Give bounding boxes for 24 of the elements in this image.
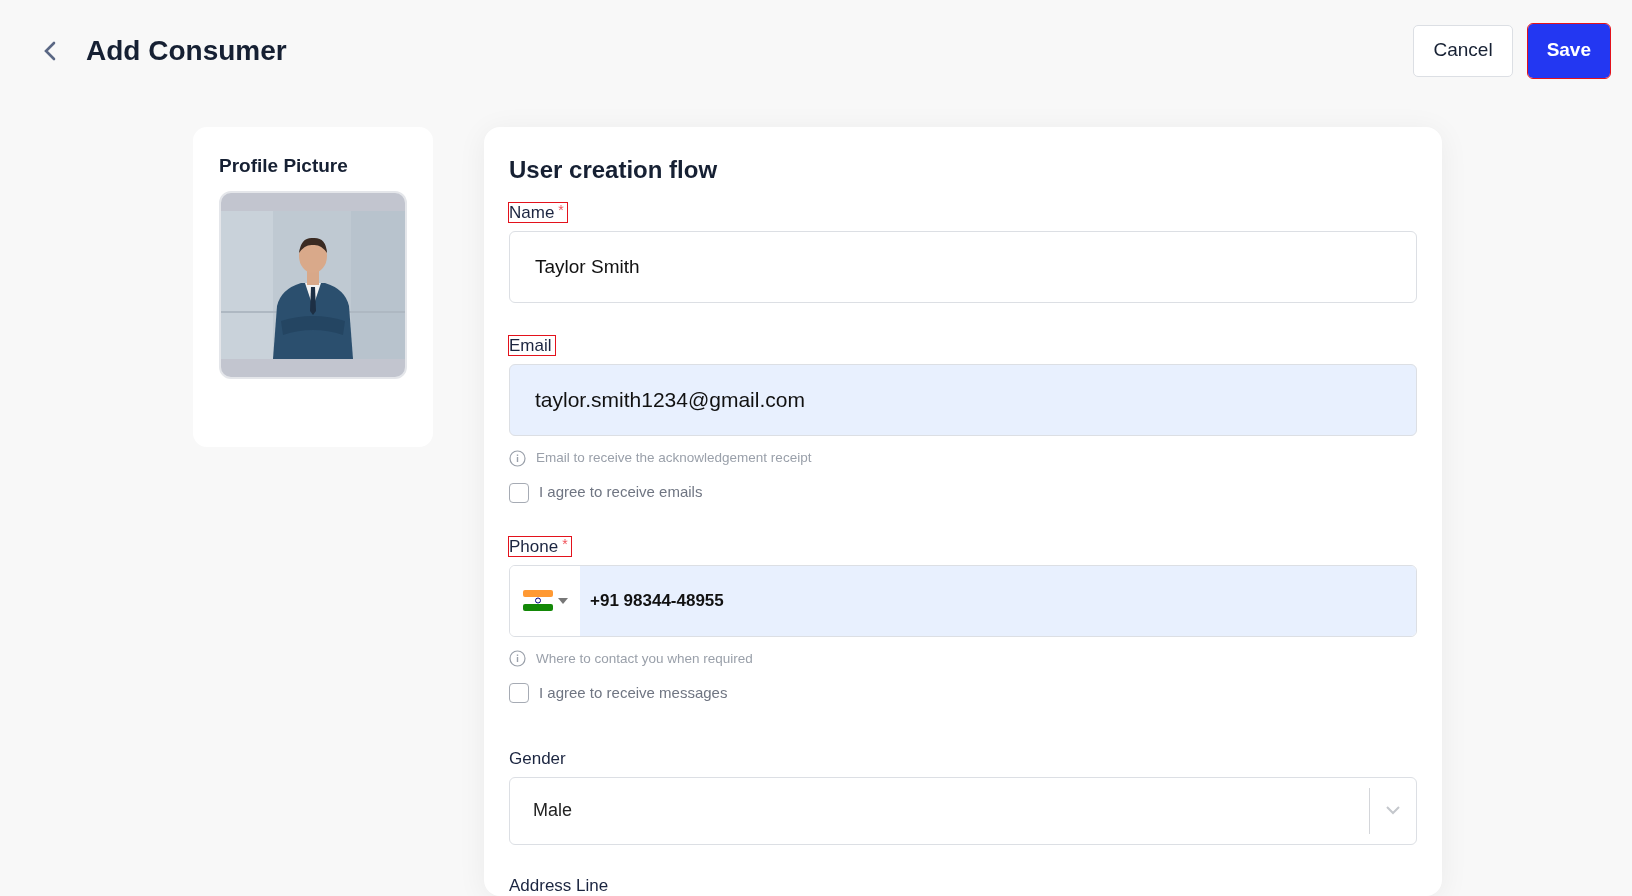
input-field[interactable]: Taylor Smith (509, 231, 1417, 303)
checkbox-label[interactable]: I agree to receive messages (539, 682, 728, 705)
info-icon (509, 650, 526, 668)
cancel-button[interactable]: Cancel (1413, 24, 1513, 77)
checkbox[interactable] (509, 683, 529, 704)
checkbox[interactable] (509, 482, 529, 503)
field-label: Phone (509, 536, 559, 556)
field-label: Name (509, 203, 555, 222)
info-icon (509, 449, 526, 467)
gender-dropdown[interactable]: Male (509, 776, 1417, 845)
page-title: Add Consumer (86, 33, 287, 68)
hint-text: Where to contact you when required (536, 649, 753, 668)
form-title: User creation flow (509, 155, 719, 185)
chevron-down-icon (1386, 806, 1400, 815)
card-title: Profile Picture (219, 154, 349, 178)
required-asterisk: * (558, 203, 564, 217)
hint-text: Email to receive the acknowledgement receipt (536, 449, 812, 467)
required-asterisk: * (562, 536, 568, 551)
input-field[interactable]: taylor.smith1234@gmail.com (509, 364, 1417, 436)
checkbox-label[interactable]: I agree to receive emails (539, 481, 703, 504)
field-label: Gender (509, 748, 566, 768)
save-button[interactable]: Save (1527, 23, 1610, 78)
field-label: Email (509, 336, 552, 355)
field-label: Address Line (509, 875, 609, 895)
